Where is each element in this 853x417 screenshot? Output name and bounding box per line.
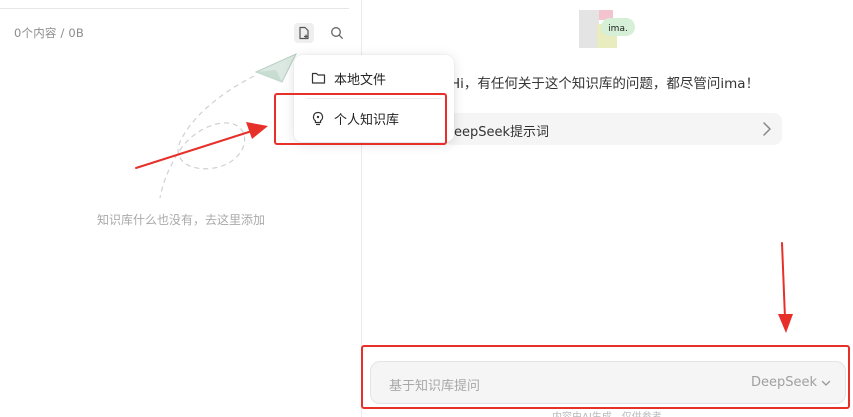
model-select[interactable]: DeepSeek [751, 375, 831, 390]
menu-separator [306, 98, 442, 99]
add-file-icon [299, 26, 309, 40]
menu-item-local-file[interactable]: 本地文件 [294, 62, 454, 94]
ai-disclaimer: 内容由AI生成，仅供参考 [552, 408, 662, 417]
menu-item-label: 本地文件 [334, 72, 387, 88]
folder-icon [310, 70, 326, 86]
chevron-right-icon [763, 122, 771, 136]
content-count: 0个内容 / 0B [14, 26, 85, 40]
bulb-icon [310, 110, 326, 126]
svg-text:ima.: ima. [608, 24, 628, 34]
question-input[interactable]: 基于知识库提问 DeepSeek [370, 361, 846, 404]
search-icon [331, 27, 343, 39]
add-file-button[interactable] [294, 23, 314, 43]
menu-item-personal-kb[interactable]: 个人知识库 [294, 102, 454, 134]
divider [0, 8, 349, 9]
ima-logo-icon: ima. [579, 10, 635, 48]
chevron-down-icon [821, 380, 831, 386]
add-source-menu: 本地文件 个人知识库 [294, 55, 454, 142]
search-button[interactable] [327, 23, 347, 43]
menu-item-label: 个人知识库 [334, 112, 400, 128]
model-name: DeepSeek [750, 375, 817, 390]
empty-state-text: 知识库什么也没有，去这里添加 [96, 213, 265, 227]
deepseek-prompts-row[interactable]: DeepSeek提示词 [444, 113, 782, 145]
prompt-row-label: DeepSeek提示词 [444, 125, 550, 140]
input-placeholder: 基于知识库提问 [389, 379, 481, 394]
greeting-text: Hi，有任何关于这个知识库的问题，都尽管问ima！ [450, 76, 760, 92]
app-root: 0个内容 / 0B 知识库什么也没有，去这里添加 ima. Hi，有任何关于这个… [0, 0, 853, 417]
